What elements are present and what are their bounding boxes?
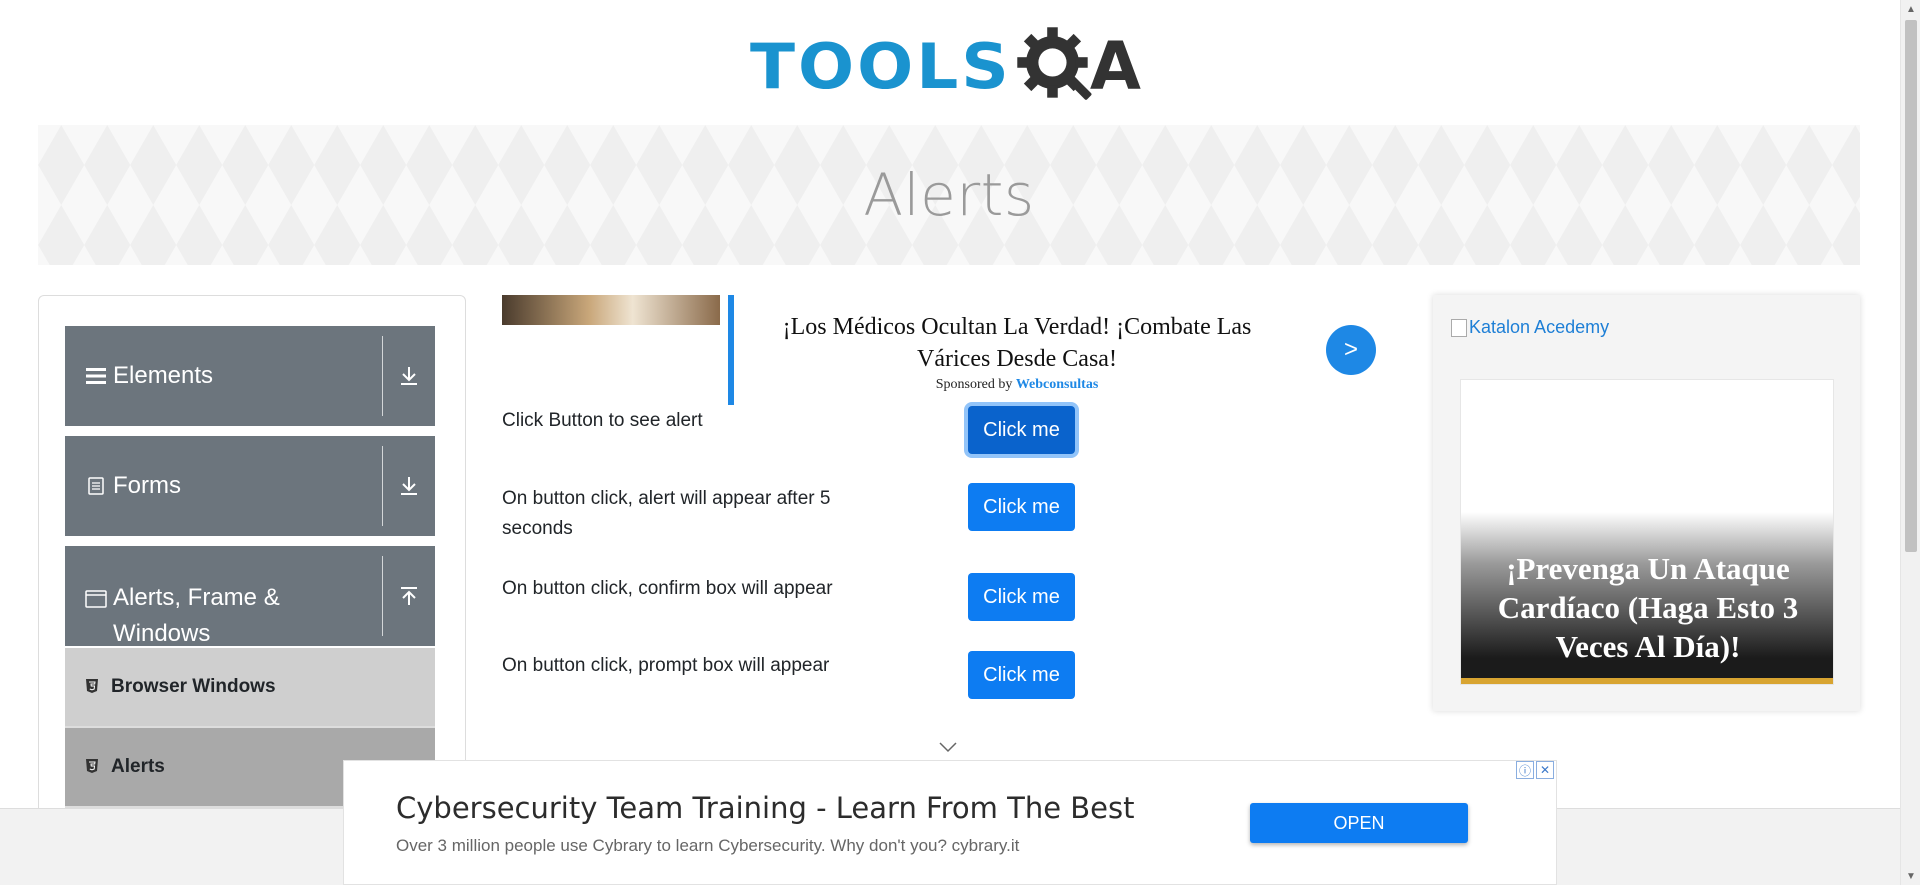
- sidebar-group-text: Elements: [113, 362, 214, 389]
- ad-bottom-title[interactable]: Cybersecurity Team Training - Learn From…: [396, 791, 1135, 825]
- ad-go-button[interactable]: >: [1326, 325, 1376, 375]
- ad-card[interactable]: ¡Prevenga Un Ataque Cardíaco (Haga Esto …: [1460, 379, 1834, 685]
- alert-label: Click Button to see alert: [502, 410, 703, 431]
- page-banner: Alerts: [38, 125, 1860, 265]
- page: TOOLS A Alerts Elements Forms Alerts, Fr…: [0, 0, 1920, 885]
- scroll-thumb[interactable]: [1905, 20, 1917, 552]
- broken-image-icon: [1451, 318, 1467, 337]
- html5-icon: [85, 758, 103, 777]
- sidebar-group-text: Alerts, Frame & Windows: [113, 584, 280, 646]
- ad-bottom-banner[interactable]: ⓘ ✕ Cybersecurity Team Training - Learn …: [343, 760, 1557, 885]
- sponsored-prefix: Sponsored by: [935, 377, 1013, 392]
- logo-tools-text: TOOLS: [750, 29, 1012, 103]
- timer-alert-button[interactable]: Click me: [968, 483, 1075, 531]
- sidebar-group-forms[interactable]: Forms: [65, 436, 435, 536]
- scroll-down-icon[interactable]: ▼: [1901, 867, 1920, 885]
- sidebar-group-label: Elements: [85, 326, 213, 426]
- confirm-label: On button click, confirm box will appear: [502, 578, 833, 599]
- ad-right-panel[interactable]: Katalon Acedemy ¡Prevenga Un Ataque Card…: [1433, 295, 1860, 711]
- ad-headline[interactable]: ¡Los Médicos Ocultan La Verdad! ¡Combate…: [762, 311, 1272, 375]
- broken-image-alt: Katalon Acedemy: [1469, 317, 1610, 337]
- download-icon[interactable]: [393, 326, 425, 426]
- ad-close-icon[interactable]: ✕: [1536, 761, 1554, 779]
- ad-card-gold-line: [1461, 678, 1833, 684]
- timer-alert-label: On button click, alert will appear after…: [502, 488, 831, 539]
- logo-qa-text: A: [1089, 27, 1141, 105]
- gear-magnifier-icon: [1017, 27, 1092, 100]
- divider: [382, 336, 383, 416]
- page-scrollbar[interactable]: ▲ ▼: [1900, 0, 1920, 885]
- sidebar-item-browser-windows[interactable]: Browser Windows: [65, 648, 435, 728]
- ad-accent-bar: [728, 295, 734, 405]
- sidebar-group-text: Forms: [113, 472, 181, 499]
- sidebar-item-label: Browser Windows: [111, 676, 276, 697]
- ad-sponsored-line: Sponsored by Webconsultas: [762, 377, 1272, 393]
- scroll-up-icon[interactable]: ▲: [1901, 0, 1920, 18]
- sidebar-group-label: Forms: [85, 436, 181, 536]
- ad-card-headline: ¡Prevenga Un Ataque Cardíaco (Haga Esto …: [1497, 551, 1799, 664]
- prompt-label: On button click, prompt box will appear: [502, 655, 830, 676]
- prompt-button[interactable]: Click me: [968, 651, 1075, 699]
- confirm-button[interactable]: Click me: [968, 573, 1075, 621]
- document-icon: [85, 475, 107, 497]
- page-title: Alerts: [863, 161, 1035, 229]
- broken-image-link[interactable]: Katalon Acedemy: [1451, 317, 1609, 338]
- toolsqa-logo[interactable]: TOOLS A: [750, 18, 1141, 114]
- html5-icon: [85, 678, 103, 697]
- chevron-down-icon[interactable]: [938, 740, 958, 760]
- ad-choices: ⓘ ✕: [1516, 761, 1554, 779]
- divider: [382, 446, 383, 526]
- sponsored-ad-top[interactable]: ¡Los Médicos Ocultan La Verdad! ¡Combate…: [502, 295, 1382, 405]
- sidebar-group-alerts-frame-windows[interactable]: Alerts, Frame & Windows: [65, 546, 435, 646]
- ad-bottom-description: Over 3 million people use Cybrary to lea…: [396, 836, 1020, 855]
- ad-open-button[interactable]: OPEN: [1250, 803, 1468, 843]
- ad-thumbnail[interactable]: [502, 295, 720, 325]
- divider: [382, 556, 383, 636]
- sponsor-name[interactable]: Webconsultas: [1016, 377, 1098, 392]
- sidebar-group-elements[interactable]: Elements: [65, 326, 435, 426]
- download-icon[interactable]: [393, 436, 425, 536]
- ad-info-icon[interactable]: ⓘ: [1516, 761, 1534, 779]
- window-icon: [85, 588, 107, 610]
- hamburger-icon: [85, 365, 107, 387]
- alert-button[interactable]: Click me: [968, 406, 1075, 454]
- sidebar-group-label: Alerts, Frame & Windows: [85, 546, 313, 646]
- upload-icon[interactable]: [393, 546, 425, 646]
- sidebar-item-label: Alerts: [111, 756, 165, 777]
